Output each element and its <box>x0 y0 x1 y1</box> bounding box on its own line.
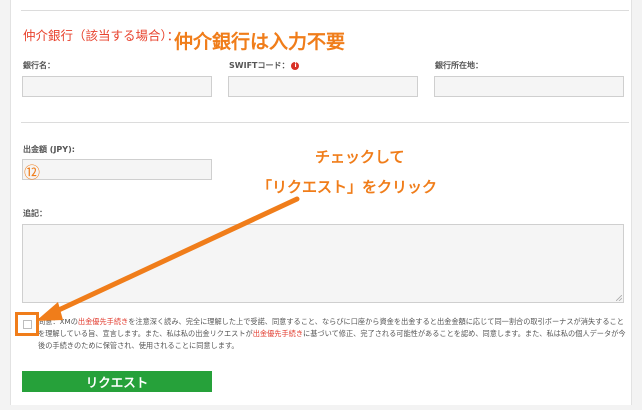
annotation-arrow-icon <box>36 196 300 321</box>
